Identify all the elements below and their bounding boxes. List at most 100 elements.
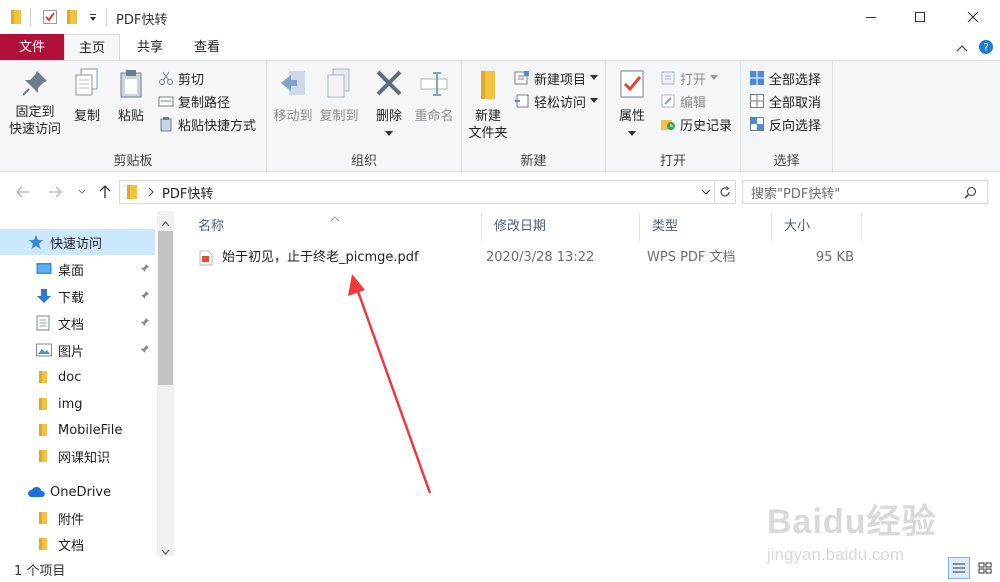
edit-button[interactable]: 编辑 xyxy=(660,90,706,112)
nav-quick-access[interactable]: 快速访问 xyxy=(0,229,155,255)
chevron-down-icon xyxy=(385,131,393,136)
delete-button[interactable]: 删除 xyxy=(369,67,409,142)
help-icon[interactable]: ? xyxy=(978,39,994,59)
clipboard-group-label: 剪贴板 xyxy=(113,154,153,169)
arrow-left-icon xyxy=(16,186,29,198)
item-count: 1 个项目 xyxy=(14,564,66,579)
nav-folder-online-course[interactable]: 网课知识 xyxy=(0,443,155,469)
minimize-button[interactable] xyxy=(848,0,894,34)
forward-button[interactable] xyxy=(44,182,66,202)
nav-onedrive-attachments[interactable]: 附件 xyxy=(0,505,155,531)
nav-folder-doc[interactable]: doc xyxy=(0,364,155,390)
nav-pictures[interactable]: 图片 xyxy=(0,337,155,363)
large-icons-view-button[interactable] xyxy=(974,557,996,579)
copy-path-button[interactable]: 复制路径 xyxy=(158,90,230,112)
navigation-pane: 快速访问 桌面 下载 文档 图片 doc img MobileFile 网课知识… xyxy=(0,211,174,556)
tab-share[interactable]: 共享 xyxy=(124,34,176,61)
open-button[interactable]: 打开 xyxy=(660,67,722,89)
copy-to-button[interactable]: 复制到 xyxy=(317,67,361,125)
up-button[interactable] xyxy=(94,182,116,202)
nav-downloads[interactable]: 下载 xyxy=(0,283,155,309)
folder-icon xyxy=(38,370,48,384)
cut-button[interactable]: 剪切 xyxy=(158,67,204,89)
folder-icon xyxy=(38,537,48,551)
history-button[interactable]: 历史记录 xyxy=(660,113,732,135)
pin-icon[interactable] xyxy=(140,289,150,304)
pin-quick-access-button[interactable]: 固定到 快速访问 xyxy=(6,67,64,138)
tab-file[interactable]: 文件 xyxy=(0,34,64,61)
properties-button[interactable]: 属性 xyxy=(612,67,652,142)
desktop-icon xyxy=(36,262,52,276)
divider xyxy=(30,8,31,26)
scroll-thumb[interactable] xyxy=(158,231,173,385)
select-all-button[interactable]: 全部选择 xyxy=(749,67,821,89)
nav-scrollbar[interactable] xyxy=(157,211,174,556)
recent-locations-button[interactable] xyxy=(71,182,93,202)
select-group: 全部选择 全部取消 反向选择 选择 xyxy=(741,61,833,173)
nav-onedrive-documents[interactable]: 文档 xyxy=(0,531,155,557)
details-view-button[interactable] xyxy=(948,557,970,579)
pin-icon[interactable] xyxy=(140,316,150,331)
search-input[interactable]: 搜索"PDF快转" xyxy=(751,183,840,202)
address-row: PDF快转 搜索"PDF快转" xyxy=(0,173,1000,211)
nav-folder-mobilefile[interactable]: MobileFile xyxy=(0,417,155,443)
pin-icon[interactable] xyxy=(140,262,150,277)
organize-group: 移动到 复制到 删除 重命名 组织 xyxy=(267,61,462,173)
select-none-button[interactable]: 全部取消 xyxy=(749,90,821,112)
search-box[interactable]: 搜索"PDF快转" xyxy=(742,180,988,204)
maximize-button[interactable] xyxy=(897,0,943,34)
arrow-right-icon xyxy=(49,186,62,198)
nav-desktop[interactable]: 桌面 xyxy=(0,256,155,282)
star-icon xyxy=(28,234,44,250)
search-icon[interactable] xyxy=(964,186,977,199)
breadcrumb-chevron-icon[interactable] xyxy=(147,187,155,197)
tab-home[interactable]: 主页 xyxy=(64,34,120,61)
scroll-up-icon[interactable] xyxy=(161,216,170,231)
new-folder-button[interactable]: 新建 文件夹 xyxy=(466,67,510,142)
copy-button[interactable]: 复制 xyxy=(68,67,106,125)
nav-documents[interactable]: 文档 xyxy=(0,310,155,336)
details-view-icon xyxy=(953,563,965,573)
select-none-icon xyxy=(750,94,764,108)
copy-icon xyxy=(75,68,98,96)
move-to-button[interactable]: 移动到 xyxy=(271,67,315,125)
folder-icon xyxy=(126,184,138,200)
copy-to-icon xyxy=(327,68,350,98)
baidu-watermark: Baidu经验 jingyan.baidu.com xyxy=(767,494,936,565)
nav-folder-img[interactable]: img xyxy=(0,391,155,417)
invert-selection-button[interactable]: 反向选择 xyxy=(749,113,821,135)
properties-quick-icon[interactable] xyxy=(42,9,58,29)
ribbon: 固定到 快速访问 复制 粘贴 剪切 复制路径 粘贴快捷方式 剪贴板 移动到 复制… xyxy=(0,60,1000,173)
pin-icon[interactable] xyxy=(140,343,150,358)
paste-icon xyxy=(120,70,142,98)
paste-shortcut-button[interactable]: 粘贴快捷方式 xyxy=(158,113,256,135)
customize-dropdown-icon[interactable] xyxy=(88,12,98,27)
easy-access-button[interactable]: 轻松访问 xyxy=(514,90,602,112)
paste-button[interactable]: 粘贴 xyxy=(110,67,152,125)
ribbon-tabs: 文件 主页 共享 查看 ? xyxy=(0,34,1000,61)
chevron-down-icon xyxy=(78,189,86,194)
chevron-down-icon xyxy=(590,98,599,103)
refresh-button[interactable] xyxy=(714,180,736,204)
back-button[interactable] xyxy=(12,182,34,202)
nav-onedrive[interactable]: OneDrive xyxy=(0,479,155,505)
folder-icon xyxy=(10,9,22,29)
watermark-url: jingyan.baidu.com xyxy=(767,545,905,564)
new-folder-quick-icon[interactable] xyxy=(66,9,78,29)
address-bar[interactable]: PDF快转 xyxy=(119,180,736,204)
rename-button[interactable]: 重命名 xyxy=(411,67,457,125)
tab-view[interactable]: 查看 xyxy=(180,34,234,61)
new-item-button[interactable]: 新建项目 xyxy=(514,67,602,89)
refresh-icon xyxy=(720,186,730,197)
address-history-dropdown-icon[interactable] xyxy=(701,188,711,196)
close-button[interactable] xyxy=(950,0,996,34)
collapse-ribbon-icon[interactable] xyxy=(956,42,968,57)
chevron-down-icon xyxy=(710,75,719,80)
open-group: 属性 打开 编辑 历史记录 打开 xyxy=(606,61,741,173)
organize-group-label: 组织 xyxy=(350,154,377,169)
chevron-down-icon xyxy=(590,75,599,80)
breadcrumb-current[interactable]: PDF快转 xyxy=(162,183,213,202)
watermark-brand: Baidu经验 xyxy=(767,503,937,541)
picture-icon xyxy=(36,343,52,357)
title-bar: PDF快转 xyxy=(0,0,1000,34)
